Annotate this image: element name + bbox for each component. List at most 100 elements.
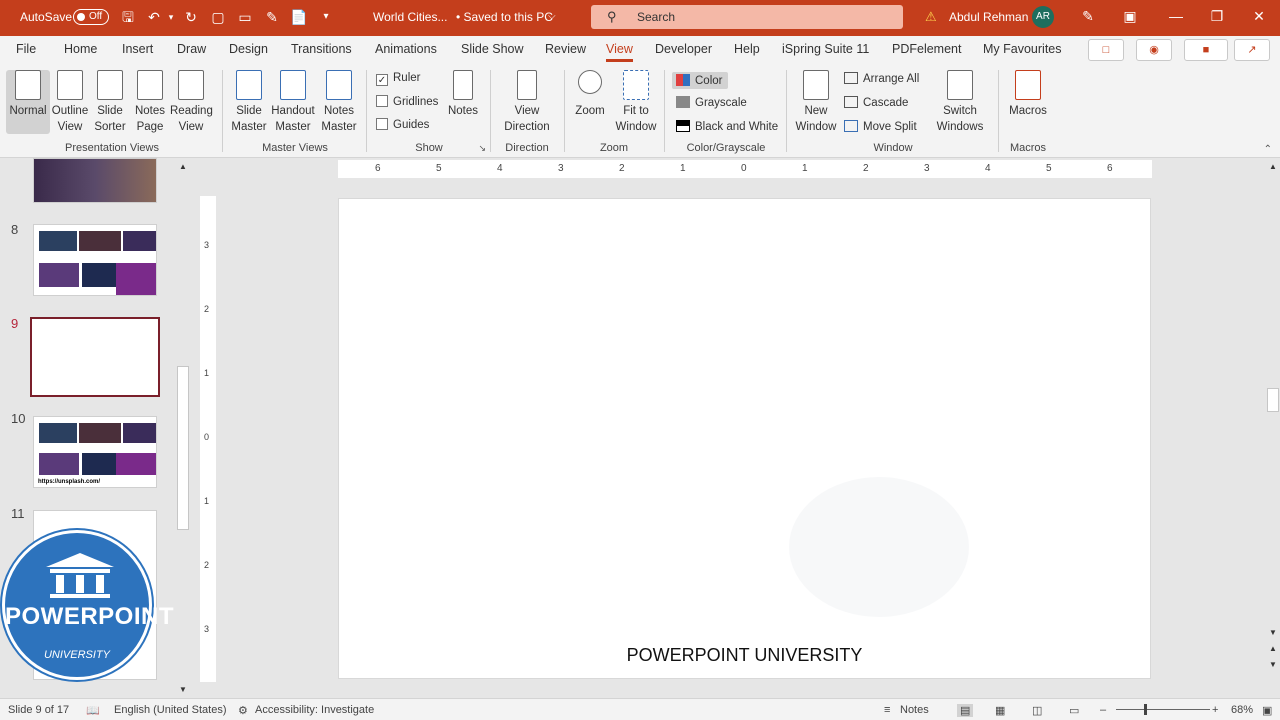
pen-icon[interactable]: ✎ [1078, 8, 1098, 25]
undo-icon[interactable]: ↶ [146, 9, 162, 25]
next-slide-icon[interactable]: ▼ [1269, 660, 1277, 669]
cascade-button[interactable]: Cascade [844, 96, 908, 109]
arrange-all-button[interactable]: Arrange All [844, 72, 919, 85]
switch-windows-button[interactable]: Switch Windows [932, 70, 988, 135]
undo-dropdown-icon[interactable]: ▾ [163, 9, 179, 25]
notes-toggle[interactable]: Notes [900, 704, 929, 716]
save-icon[interactable]: 🖫 [120, 9, 136, 25]
tab-developer[interactable]: Developer [655, 42, 712, 56]
slide-caption[interactable]: POWERPOINT UNIVERSITY [339, 645, 1150, 666]
handout-master-button[interactable]: Handout Master [271, 70, 315, 135]
slide-thumbnail-7[interactable] [33, 158, 157, 203]
chevron-down-icon[interactable]: ⌵ [548, 11, 556, 22]
accessibility-status[interactable]: Accessibility: Investigate [255, 704, 374, 716]
black-white-button[interactable]: Black and White [676, 120, 778, 133]
comments-button[interactable]: □ [1088, 39, 1124, 61]
scroll-up-icon[interactable]: ▲ [1269, 162, 1277, 171]
collapse-ribbon-icon[interactable]: ⌃ [1264, 144, 1272, 155]
thumbnail-scrollbar[interactable]: ▲ ▼ [177, 160, 191, 696]
view-direction-button[interactable]: View Direction [496, 70, 558, 135]
scroll-down-icon[interactable]: ▼ [179, 685, 187, 694]
slide-canvas[interactable]: POWERPOINT UNIVERSITY [338, 198, 1151, 679]
spellcheck-icon[interactable]: 📖 [86, 704, 100, 717]
zoom-button[interactable]: Zoom [570, 70, 610, 119]
tab-slide-show[interactable]: Slide Show [461, 42, 524, 56]
scroll-up-icon[interactable]: ▲ [179, 162, 187, 171]
save-status[interactable]: • Saved to this PC [456, 10, 553, 24]
dialog-launcher-icon[interactable]: ↘ [478, 143, 486, 154]
slideshow-status-icon[interactable]: ▭ [1069, 704, 1079, 717]
tab-home[interactable]: Home [64, 42, 97, 56]
avatar[interactable]: AR [1032, 6, 1054, 28]
switch-windows-label: Switch Windows [936, 105, 984, 133]
present-teams-button[interactable]: ■ [1184, 39, 1228, 61]
slide-thumbnail-8[interactable] [33, 224, 157, 296]
tab-pdfelement[interactable]: PDFelement [892, 42, 961, 56]
tab-help[interactable]: Help [734, 42, 760, 56]
move-split-button[interactable]: Move Split [844, 120, 917, 133]
new-window-button[interactable]: New Window [794, 70, 838, 135]
format-painter-icon[interactable]: ✎ [264, 9, 280, 25]
fit-to-window-button[interactable]: Fit to Window [614, 70, 658, 135]
slide-sorter-button[interactable]: Slide Sorter [92, 70, 128, 135]
redo-icon[interactable]: ↻ [183, 9, 199, 25]
tab-file[interactable]: File [16, 42, 36, 56]
tab-animations[interactable]: Animations [375, 42, 437, 56]
restore-icon[interactable]: ❐ [1207, 8, 1227, 25]
slide-thumbnail-9[interactable] [30, 317, 160, 397]
scroll-down-icon[interactable]: ▼ [1269, 628, 1277, 637]
zoom-in-icon[interactable]: + [1212, 704, 1218, 716]
share-button[interactable]: ↗ [1234, 39, 1270, 61]
ruler-checkbox[interactable]: ✓ Ruler [376, 72, 420, 86]
thumb-photo [123, 231, 156, 251]
minimize-icon[interactable]: — [1166, 8, 1186, 24]
scroll-thumb[interactable] [177, 366, 189, 530]
search-box[interactable]: ⚲ Search [591, 5, 903, 29]
zoom-out-icon[interactable]: – [1100, 704, 1106, 716]
warning-icon[interactable]: ⚠ [925, 9, 937, 25]
tab-draw[interactable]: Draw [177, 42, 206, 56]
zoom-slider-thumb[interactable] [1144, 704, 1147, 715]
notes-page-button[interactable]: Notes Page [132, 70, 168, 135]
tab-review[interactable]: Review [545, 42, 586, 56]
autosave-toggle[interactable]: Off [73, 9, 109, 25]
language-indicator[interactable]: English (United States) [114, 704, 227, 716]
color-button[interactable]: Color [672, 72, 729, 89]
normal-view-button[interactable]: Normal [6, 70, 50, 134]
fit-slide-icon[interactable]: ▣ [1262, 704, 1272, 717]
tab-view[interactable]: View [606, 42, 633, 62]
tab-insert[interactable]: Insert [122, 42, 153, 56]
reading-view-button[interactable]: Reading View [170, 70, 213, 135]
previous-slide-icon[interactable]: ▲ [1269, 644, 1277, 653]
slide-scrollbar[interactable]: ▲ ▼ ▲ ▼ [1266, 160, 1280, 680]
ribbon-display-icon[interactable]: ▣ [1120, 8, 1140, 25]
guides-checkbox[interactable]: Guides [376, 118, 429, 131]
slide-thumbnail-10[interactable]: https://unsplash.com/ [33, 416, 157, 488]
grayscale-button[interactable]: Grayscale [676, 96, 747, 109]
notes-button[interactable]: Notes [446, 70, 480, 119]
tab-ispring[interactable]: iSpring Suite 11 [782, 42, 869, 56]
zoom-level[interactable]: 68% [1231, 704, 1253, 716]
normal-view-status-icon[interactable]: ▤ [957, 704, 974, 717]
tab-my-favourites[interactable]: My Favourites [983, 42, 1062, 56]
scroll-thumb[interactable] [1267, 388, 1279, 412]
user-name[interactable]: Abdul Rehman [949, 10, 1028, 24]
slide-master-button[interactable]: Slide Master [229, 70, 269, 135]
gridlines-checkbox[interactable]: Gridlines [376, 95, 438, 108]
notes-master-button[interactable]: Notes Master [319, 70, 359, 135]
macros-button[interactable]: Macros [1006, 70, 1050, 119]
zoom-label: Zoom [575, 105, 605, 117]
record-button[interactable]: ◉ [1136, 39, 1172, 61]
slideshow-icon[interactable]: ▭ [237, 9, 253, 25]
tab-transitions[interactable]: Transitions [291, 42, 352, 56]
customize-qat-icon[interactable]: ▾ [318, 9, 334, 25]
slide-sorter-status-icon[interactable]: ▦ [995, 704, 1005, 717]
slide-counter[interactable]: Slide 9 of 17 [8, 704, 69, 716]
file-icon[interactable]: 📄 [290, 9, 307, 25]
outline-view-button[interactable]: Outline View [50, 70, 90, 135]
reading-view-status-icon[interactable]: ◫ [1032, 704, 1042, 717]
close-icon[interactable]: ✕ [1249, 8, 1269, 25]
tab-design[interactable]: Design [229, 42, 268, 56]
zoom-slider[interactable] [1116, 704, 1210, 715]
present-icon[interactable]: ▢ [210, 9, 226, 25]
